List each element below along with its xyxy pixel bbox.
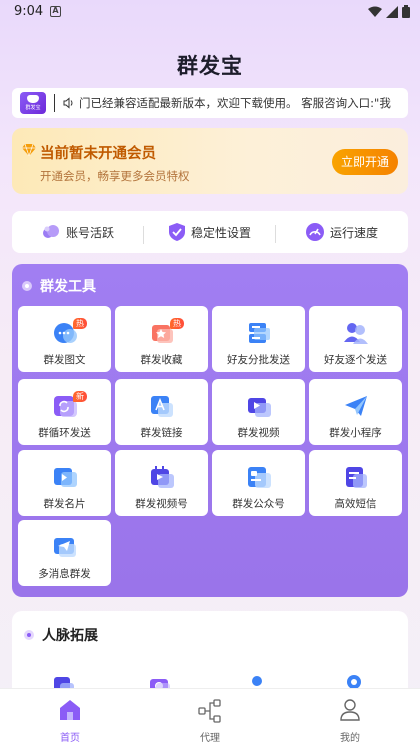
bottom-tab-bar: 首页 代理 我的 [0, 688, 420, 746]
speaker-icon [63, 97, 73, 109]
shield-check-icon [168, 223, 185, 241]
tab-agent[interactable]: 代理 [140, 689, 280, 746]
tool-send-mini-program[interactable]: 群发小程序 [309, 379, 402, 445]
tool-send-business-card[interactable]: 群发名片 [18, 450, 111, 516]
hot-badge: 热 [73, 318, 87, 329]
network-title: 人脉拓展 [42, 628, 98, 644]
tool-label: 群发小程序 [329, 427, 382, 439]
notification-icon: A [50, 6, 61, 17]
network-header: 人脉拓展 [24, 625, 98, 645]
tool-multi-message-send[interactable]: 多消息群发 [18, 520, 111, 586]
person-icon [340, 699, 360, 721]
video-icon [247, 398, 271, 417]
stability-settings-item[interactable]: 稳定性设置 [144, 223, 276, 243]
account-status-row: 账号活跃 稳定性设置 运行速度 [12, 211, 408, 253]
mass-send-tools-panel: 群发工具 热 群发图文 热 群发收藏 好友分批发送 好友逐个发送 新 群循环发送… [12, 264, 408, 597]
wifi-icon [368, 6, 382, 17]
sms-icon [345, 467, 367, 488]
hot-badge: 热 [170, 318, 184, 329]
tool-label: 好友分批发送 [227, 354, 290, 366]
vip-status-subtitle: 开通会员，畅享更多会员特权 [40, 169, 190, 183]
tools-header: 群发工具 [22, 276, 96, 296]
tool-send-channels[interactable]: 群发视频号 [115, 450, 208, 516]
stability-settings-label: 稳定性设置 [190, 225, 251, 240]
tool-efficient-sms[interactable]: 高效短信 [309, 450, 402, 516]
multi-message-icon [53, 538, 76, 557]
tool-send-image-text[interactable]: 热 群发图文 [18, 306, 111, 372]
tab-agent-label: 代理 [200, 733, 220, 744]
users-icon [343, 323, 368, 344]
tool-label: 群发链接 [140, 427, 183, 439]
speedometer-icon [305, 223, 324, 241]
tab-home[interactable]: 首页 [0, 689, 140, 746]
tool-label: 群发收藏 [140, 354, 183, 366]
share-nodes-icon [198, 699, 221, 723]
tool-label: 群循环发送 [38, 427, 91, 439]
bullet-icon [24, 630, 34, 640]
tool-label: 群发视频号 [135, 498, 188, 510]
vip-status-title: 当前暂未开通会员 [40, 146, 156, 162]
tool-label: 群发视频 [237, 427, 280, 439]
link-icon [150, 396, 173, 417]
divider [54, 94, 55, 112]
activate-vip-button[interactable]: 立即开通 [332, 149, 398, 175]
bullet-icon [22, 281, 32, 291]
system-indicators [368, 5, 410, 18]
tab-home-label: 首页 [60, 733, 80, 744]
tab-mine-label: 我的 [340, 733, 360, 744]
tool-label: 群发图文 [43, 354, 86, 366]
official-account-icon [247, 467, 271, 488]
page-title: 群发宝 [177, 54, 243, 78]
tool-label: 好友逐个发送 [324, 354, 387, 366]
diamond-icon [22, 144, 36, 156]
tool-send-video[interactable]: 群发视频 [212, 379, 305, 445]
tool-label: 群发公众号 [232, 498, 285, 510]
run-speed-label: 运行速度 [329, 225, 378, 240]
tool-send-link[interactable]: 群发链接 [115, 379, 208, 445]
clock: 9:04 [14, 4, 44, 19]
app-logo: 群发宝 [20, 92, 46, 114]
battery-icon [402, 5, 410, 18]
new-badge: 新 [73, 391, 87, 402]
run-speed-item[interactable]: 运行速度 [276, 223, 408, 241]
account-active-item[interactable]: 账号活跃 [12, 224, 144, 244]
tool-label: 多消息群发 [38, 568, 91, 580]
tool-label: 高效短信 [334, 498, 377, 510]
card-icon [53, 468, 77, 487]
tool-send-official-account[interactable]: 群发公众号 [212, 450, 305, 516]
signal-icon [386, 5, 398, 18]
cloud-icon [42, 225, 59, 238]
system-status-bar: 9:04 A [0, 0, 420, 24]
tab-mine[interactable]: 我的 [280, 689, 420, 746]
tool-label: 群发名片 [43, 498, 86, 510]
home-icon [60, 700, 80, 720]
tool-group-loop-send[interactable]: 新 群循环发送 [18, 379, 111, 445]
tool-friends-batch-send[interactable]: 好友分批发送 [212, 306, 305, 372]
account-active-label: 账号活跃 [65, 225, 114, 240]
announcement-text: 门已经兼容适配最新版本，欢迎下载使用。 客服咨询入口:"我 [79, 96, 391, 110]
tool-send-favorites[interactable]: 热 群发收藏 [115, 306, 208, 372]
tool-friends-one-by-one[interactable]: 好友逐个发送 [309, 306, 402, 372]
vip-membership-card: 当前暂未开通会员 开通会员，畅享更多会员特权 立即开通 [12, 128, 408, 194]
tools-title: 群发工具 [40, 279, 96, 295]
batch-list-icon [248, 323, 270, 343]
paper-plane-icon [344, 396, 367, 416]
announcement-bar[interactable]: 群发宝 门已经兼容适配最新版本，欢迎下载使用。 客服咨询入口:"我 [12, 88, 408, 118]
channels-icon [150, 466, 174, 488]
